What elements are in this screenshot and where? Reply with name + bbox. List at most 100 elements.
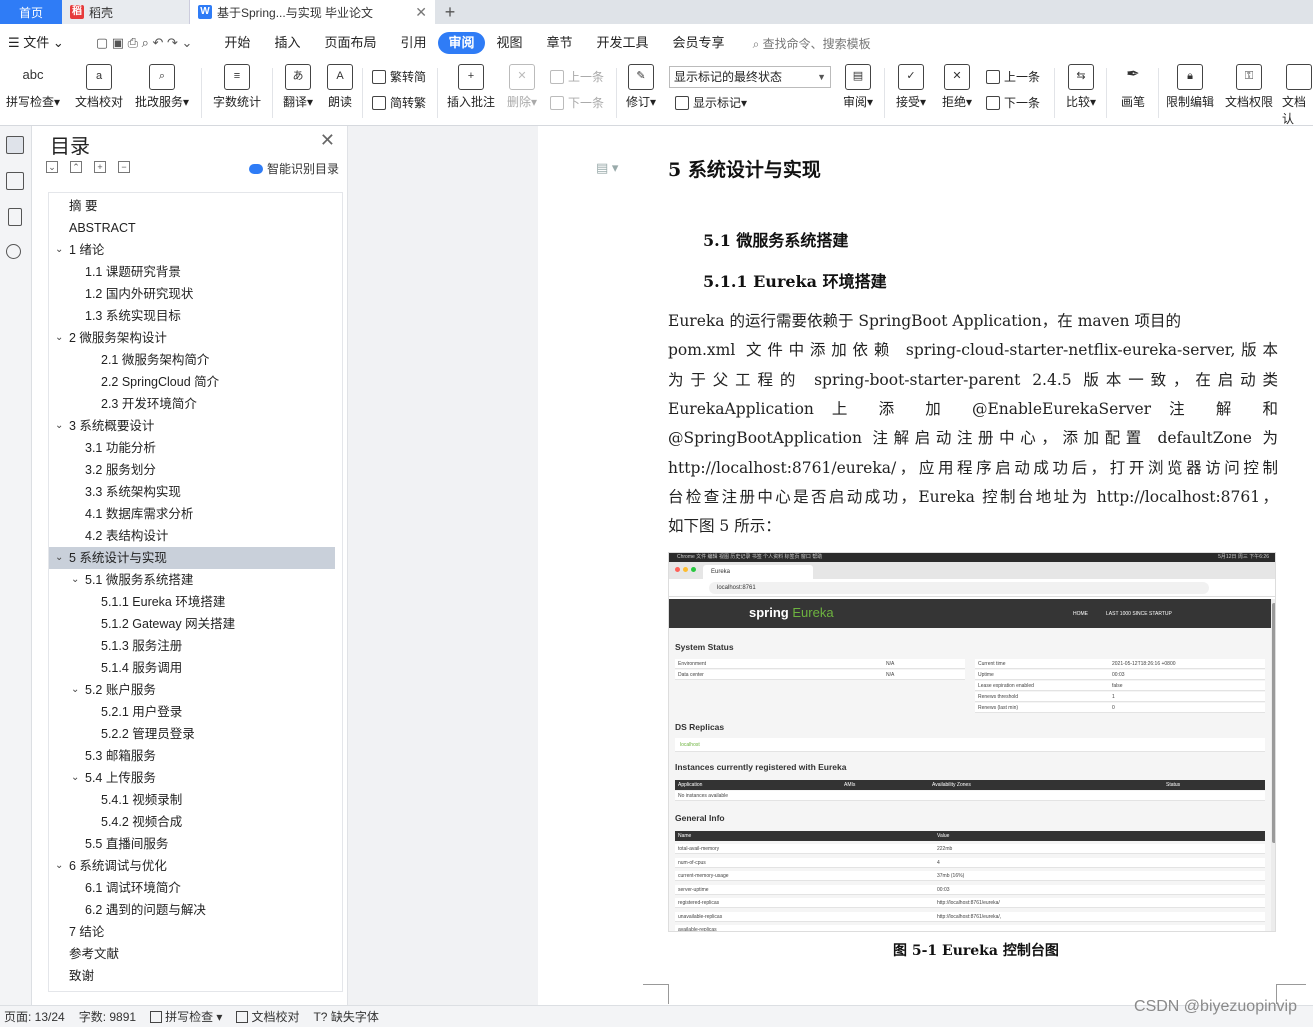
- doc-proof-button[interactable]: a 文档校对: [72, 64, 126, 110]
- menu-chapter[interactable]: 章节: [535, 32, 585, 54]
- toc-item[interactable]: 4.2 表结构设计: [49, 525, 335, 547]
- toc-item[interactable]: 3.3 系统架构实现: [49, 481, 335, 503]
- read-aloud-button[interactable]: A 朗读: [324, 64, 356, 110]
- toc-item[interactable]: 参考文献: [49, 943, 335, 965]
- toc-item[interactable]: ABSTRACT: [49, 217, 335, 239]
- command-search[interactable]: ⌕ 查找命令、搜索模板: [753, 35, 871, 52]
- toc-item[interactable]: 5.2.2 管理员登录: [49, 723, 335, 745]
- new-tab-button[interactable]: +: [435, 0, 465, 24]
- toc-item[interactable]: 5.1.4 服务调用: [49, 657, 335, 679]
- menu-member[interactable]: 会员专享: [661, 32, 737, 54]
- tab-document[interactable]: W 基于Spring...与实现 毕业论文 ✕: [190, 0, 435, 24]
- toc-item[interactable]: 3.2 服务划分: [49, 459, 335, 481]
- menu-insert[interactable]: 插入: [262, 32, 312, 54]
- next-change-button[interactable]: 下一条: [986, 94, 1040, 111]
- toc-item[interactable]: 5.1.2 Gateway 网关搭建: [49, 613, 335, 635]
- toc-item[interactable]: 5.1.3 服务注册: [49, 635, 335, 657]
- proof-status[interactable]: 文档校对: [236, 1008, 299, 1025]
- toc-item[interactable]: ⌄ 5.4 上传服务: [49, 767, 335, 789]
- toc-item[interactable]: ⌄ 3 系统概要设计: [49, 415, 335, 437]
- chevron-down-icon[interactable]: ⌄: [55, 239, 63, 261]
- chapter-nav-icon[interactable]: [6, 172, 24, 190]
- toc-item[interactable]: ⌄ 5 系统设计与实现: [49, 547, 335, 569]
- close-icon[interactable]: ✕: [415, 4, 427, 21]
- spell-check-button[interactable]: abc 拼写检查▾: [4, 64, 62, 110]
- toc-item[interactable]: 5.5 直播间服务: [49, 833, 335, 855]
- next-comment-button[interactable]: 下一条: [550, 94, 604, 111]
- toc-item[interactable]: 1.3 系统实现目标: [49, 305, 335, 327]
- doc-permission-button[interactable]: ⚿ 文档权限: [1222, 64, 1276, 110]
- toc-item[interactable]: 5.4.1 视频录制: [49, 789, 335, 811]
- page-indicator[interactable]: 页面: 13/24: [4, 1008, 65, 1025]
- delete-comment-button[interactable]: ✕ 删除▾: [504, 64, 540, 110]
- toc-item[interactable]: 致谢: [49, 965, 335, 987]
- batch-service-button[interactable]: ⌕ 批改服务▾: [132, 64, 192, 110]
- expand-all-icon[interactable]: ⌃: [70, 161, 82, 173]
- toc-item[interactable]: ⌄ 1 绪论: [49, 239, 335, 261]
- show-markup-button[interactable]: 显示标记 ▾: [675, 94, 747, 111]
- collapse-all-icon[interactable]: ⌄: [46, 161, 58, 173]
- menu-file[interactable]: ☰ 文件 ⌄: [0, 32, 76, 54]
- toc-item[interactable]: 2.3 开发环境简介: [49, 393, 335, 415]
- toc-item[interactable]: 1.1 课题研究背景: [49, 261, 335, 283]
- toc-item[interactable]: 2.2 SpringCloud 简介: [49, 371, 335, 393]
- doc-cert-button[interactable]: 文档认: [1282, 64, 1313, 127]
- chevron-down-icon[interactable]: ⌄: [71, 679, 79, 701]
- spell-check-status[interactable]: 拼写检查 ▾: [150, 1008, 222, 1025]
- toc-item[interactable]: 6.1 调试环境简介: [49, 877, 335, 899]
- toc-item[interactable]: ⌄ 5.1 微服务系统搭建: [49, 569, 335, 591]
- chevron-down-icon[interactable]: ⌄: [71, 569, 79, 591]
- toc-item[interactable]: 3.1 功能分析: [49, 437, 335, 459]
- prev-change-button[interactable]: 上一条: [986, 68, 1040, 85]
- toc-item[interactable]: 摘 要: [49, 195, 335, 217]
- prev-comment-button[interactable]: 上一条: [550, 68, 604, 85]
- toc-item[interactable]: 6.2 遇到的问题与解决: [49, 899, 335, 921]
- chevron-down-icon[interactable]: ⌄: [55, 547, 63, 569]
- toc-item[interactable]: 5.3 邮箱服务: [49, 745, 335, 767]
- toc-item[interactable]: 5.1.1 Eureka 环境搭建: [49, 591, 335, 613]
- pen-button[interactable]: ✒ 画笔: [1114, 64, 1152, 110]
- word-count-status[interactable]: 字数: 9891: [79, 1008, 136, 1025]
- chevron-down-icon[interactable]: ⌄: [71, 767, 79, 789]
- toc-item[interactable]: 2.1 微服务架构简介: [49, 349, 335, 371]
- search-icon[interactable]: [6, 244, 21, 259]
- word-count-button[interactable]: ≡ 字数统计: [210, 64, 264, 110]
- bookmark-icon[interactable]: [8, 208, 22, 226]
- menu-home[interactable]: 开始: [212, 32, 262, 54]
- revise-button[interactable]: ✎ 修订▾: [622, 64, 660, 110]
- tab-home[interactable]: 首页: [0, 0, 62, 24]
- toc-item[interactable]: 1.2 国内外研究现状: [49, 283, 335, 305]
- simp-to-trad-button[interactable]: 简转繁: [372, 94, 426, 111]
- add-heading-icon[interactable]: +: [94, 161, 106, 173]
- insert-comment-button[interactable]: + 插入批注: [444, 64, 498, 110]
- markup-mode-select[interactable]: 显示标记的最终状态 ▼: [669, 66, 831, 88]
- accept-button[interactable]: ✓ 接受▾: [892, 64, 930, 110]
- smart-toc-button[interactable]: 智能识别目录: [248, 160, 339, 177]
- toc-item[interactable]: ⌄ 5.2 账户服务: [49, 679, 335, 701]
- missing-font-status[interactable]: T? 缺失字体: [313, 1008, 378, 1025]
- menu-review[interactable]: 审阅: [438, 32, 485, 54]
- tab-docer[interactable]: 稻稻壳: [62, 0, 190, 24]
- doc-options-icon[interactable]: ▤ ▾: [596, 160, 618, 176]
- toc-panel-icon[interactable]: [6, 136, 24, 154]
- toc-item[interactable]: ⌄ 2 微服务架构设计: [49, 327, 335, 349]
- chevron-down-icon[interactable]: ⌄: [55, 327, 63, 349]
- toc-item[interactable]: 4.1 数据库需求分析: [49, 503, 335, 525]
- review-pane-button[interactable]: ▤ 审阅▾: [840, 64, 876, 110]
- translate-button[interactable]: あ翻译▾: [280, 64, 316, 110]
- menu-devtools[interactable]: 开发工具: [585, 32, 661, 54]
- menu-view[interactable]: 视图: [485, 32, 535, 54]
- toc-item[interactable]: 7 结论: [49, 921, 335, 943]
- reject-button[interactable]: ✕ 拒绝▾: [938, 64, 976, 110]
- compare-button[interactable]: ⇆ 比较▾: [1062, 64, 1100, 110]
- menu-layout[interactable]: 页面布局: [312, 32, 388, 54]
- trad-to-simp-button[interactable]: 繁转简: [372, 68, 426, 85]
- chevron-down-icon[interactable]: ⌄: [55, 415, 63, 437]
- quick-access-icons[interactable]: ▢ ▣ ⎙ ⌕ ↶ ↷ ⌄: [76, 32, 213, 54]
- restrict-edit-button[interactable]: 🔒︎ 限制编辑: [1164, 64, 1216, 110]
- toc-item[interactable]: ⌄ 6 系统调试与优化: [49, 855, 335, 877]
- chevron-down-icon[interactable]: ⌄: [55, 855, 63, 877]
- toc-item[interactable]: 5.2.1 用户登录: [49, 701, 335, 723]
- close-icon[interactable]: ✕: [320, 130, 335, 151]
- menu-references[interactable]: 引用: [388, 32, 438, 54]
